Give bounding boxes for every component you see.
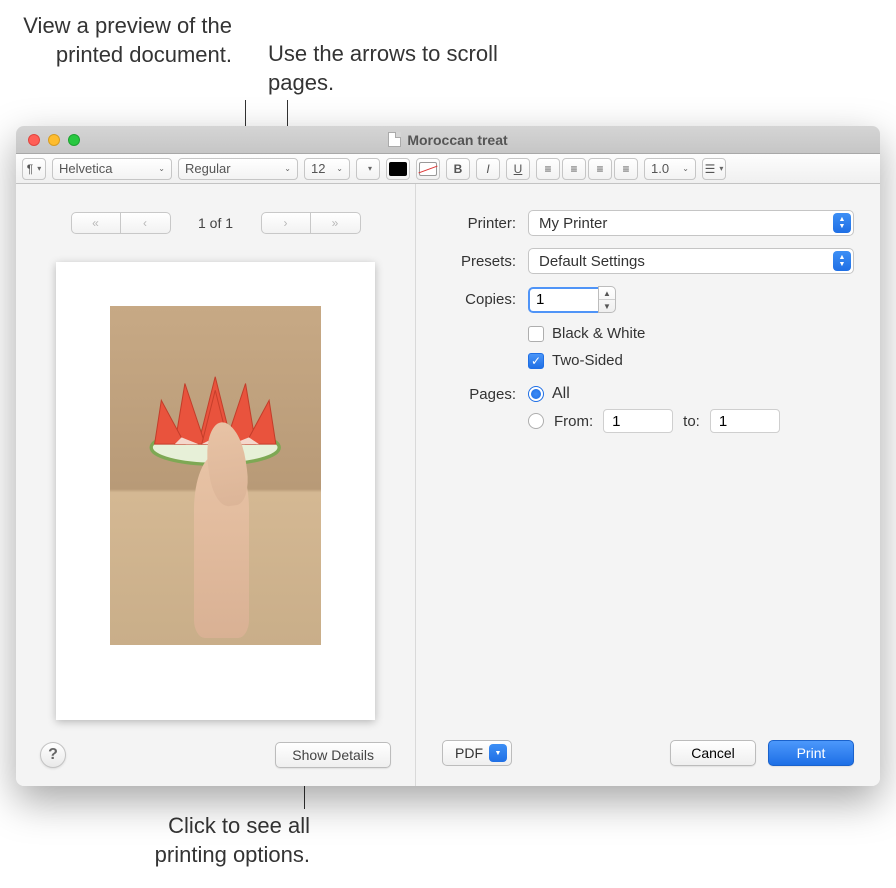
pages-all-label: All: [552, 385, 570, 403]
copies-label: Copies:: [442, 291, 516, 308]
format-toolbar: ¶▾ Helvetica⌄ Regular⌄ 12⌄ ▾ B I U ≡ ≡ ≡…: [16, 154, 880, 184]
print-dialog: « ‹ 1 of 1 › »: [16, 184, 880, 786]
font-style-value: Regular: [185, 161, 231, 176]
updown-arrows-icon: ▲▼: [833, 213, 851, 233]
printer-select[interactable]: My Printer ▲▼: [528, 210, 854, 236]
settings-pane: Printer: My Printer ▲▼ Presets: Default …: [416, 184, 880, 786]
app-window: Moroccan treat ¶▾ Helvetica⌄ Regular⌄ 12…: [16, 126, 880, 786]
stepper-down-icon: ▼: [599, 300, 615, 312]
pages-range-radio[interactable]: [528, 413, 544, 429]
help-button[interactable]: ?: [40, 742, 66, 768]
italic-button[interactable]: I: [476, 158, 500, 180]
pages-from-input[interactable]: [603, 409, 673, 433]
black-white-checkbox[interactable]: [528, 326, 544, 342]
text-color-button[interactable]: [386, 158, 410, 180]
window-title-text: Moroccan treat: [407, 132, 507, 148]
align-right-button[interactable]: ≡: [588, 158, 612, 180]
black-white-label: Black & White: [552, 325, 645, 342]
align-justify-button[interactable]: ≡: [614, 158, 638, 180]
checkmark-icon: ✓: [531, 354, 541, 368]
strikethrough-color-button[interactable]: [416, 158, 440, 180]
cancel-button[interactable]: Cancel: [670, 740, 756, 766]
double-chevron-left-icon: «: [92, 216, 99, 230]
document-icon: [388, 132, 401, 147]
print-label: Print: [797, 745, 826, 761]
hand-illustration: [194, 455, 249, 638]
bold-button[interactable]: B: [446, 158, 470, 180]
pdf-menu-button[interactable]: PDF ▼: [442, 740, 512, 766]
font-style-select[interactable]: Regular⌄: [178, 158, 298, 180]
two-sided-label: Two-Sided: [552, 352, 623, 369]
show-details-label: Show Details: [292, 747, 374, 763]
chevron-right-icon: ›: [284, 216, 288, 230]
presets-label: Presets:: [442, 253, 516, 270]
annotation-show-details: Click to see all printing options.: [100, 812, 310, 869]
pages-label: Pages:: [442, 386, 516, 403]
copies-stepper[interactable]: ▲ ▼: [598, 286, 616, 313]
stepper-up-icon: ▲: [599, 287, 615, 300]
line-spacing-select[interactable]: 1.0⌄: [644, 158, 696, 180]
show-details-button[interactable]: Show Details: [275, 742, 391, 768]
printer-label: Printer:: [442, 215, 516, 232]
line-spacing-value: 1.0: [651, 161, 669, 176]
presets-select[interactable]: Default Settings ▲▼: [528, 248, 854, 274]
font-size-value: 12: [311, 161, 325, 176]
font-family-value: Helvetica: [59, 161, 112, 176]
underline-button[interactable]: U: [506, 158, 530, 180]
page-navigator: « ‹ 1 of 1 › »: [40, 212, 391, 234]
pdf-label: PDF: [455, 745, 483, 761]
copies-input[interactable]: [528, 287, 598, 313]
font-size-select[interactable]: 12⌄: [304, 158, 350, 180]
align-center-button[interactable]: ≡: [562, 158, 586, 180]
two-sided-checkbox[interactable]: ✓: [528, 353, 544, 369]
prev-page-button[interactable]: ‹: [121, 212, 171, 234]
chevron-down-icon: ▼: [489, 744, 507, 762]
first-page-button[interactable]: «: [71, 212, 121, 234]
double-chevron-right-icon: »: [332, 216, 339, 230]
font-family-select[interactable]: Helvetica⌄: [52, 158, 172, 180]
chevron-left-icon: ‹: [143, 216, 147, 230]
titlebar: Moroccan treat: [16, 126, 880, 154]
annotation-preview: View a preview of the printed document.: [12, 12, 232, 69]
help-icon: ?: [48, 746, 58, 764]
preview-image: [110, 306, 321, 645]
next-page-button[interactable]: ›: [261, 212, 311, 234]
last-page-button[interactable]: »: [311, 212, 361, 234]
printer-value: My Printer: [539, 215, 607, 232]
print-button[interactable]: Print: [768, 740, 854, 766]
pages-to-input[interactable]: [710, 409, 780, 433]
pages-to-label: to:: [683, 413, 700, 430]
pages-all-radio[interactable]: [528, 386, 544, 402]
annotation-arrows: Use the arrows to scroll pages.: [268, 40, 568, 97]
cancel-label: Cancel: [691, 745, 735, 761]
font-size-stepper[interactable]: ▾: [356, 158, 380, 180]
window-title: Moroccan treat: [16, 132, 880, 148]
preview-pane: « ‹ 1 of 1 › »: [16, 184, 416, 786]
updown-arrows-icon: ▲▼: [833, 251, 851, 271]
dialog-footer: PDF ▼ Cancel Print: [442, 740, 854, 766]
paragraph-style-button[interactable]: ¶▾: [22, 158, 46, 180]
presets-value: Default Settings: [539, 253, 645, 270]
list-style-button[interactable]: ☰▾: [702, 158, 726, 180]
pages-from-label: From:: [554, 413, 593, 430]
page-preview: [56, 262, 375, 720]
align-left-button[interactable]: ≡: [536, 158, 560, 180]
page-indicator: 1 of 1: [191, 215, 241, 231]
alignment-group: ≡ ≡ ≡ ≡: [536, 158, 638, 180]
